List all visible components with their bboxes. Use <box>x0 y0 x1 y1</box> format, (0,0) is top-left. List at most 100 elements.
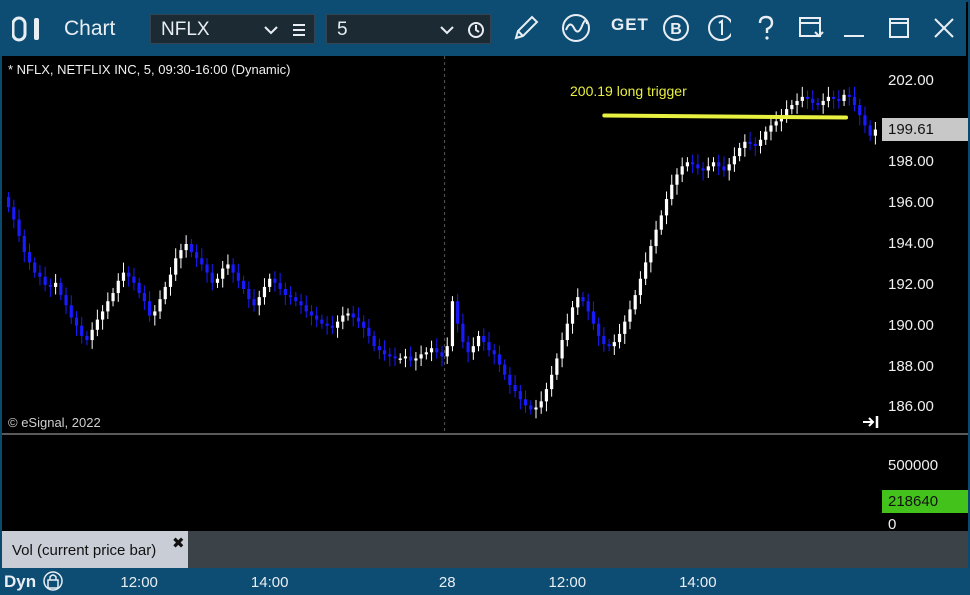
candle-body <box>247 288 251 300</box>
candle-body <box>832 96 836 99</box>
candle-body <box>200 258 204 265</box>
candle-body <box>868 125 872 136</box>
candle-body <box>654 229 658 247</box>
time-tick-label: 12:00 <box>120 574 158 591</box>
candle-body <box>17 219 21 236</box>
candle-body <box>758 139 763 146</box>
candle-body <box>74 317 79 326</box>
candle-body <box>659 215 663 230</box>
candle-body <box>335 321 340 328</box>
lock-icon[interactable] <box>43 570 63 592</box>
price-tick-label: 186.00 <box>888 398 934 416</box>
time-tick-label: 14:00 <box>250 574 289 591</box>
candle-body <box>12 207 16 220</box>
candle-body <box>555 358 559 375</box>
candle-body <box>570 307 575 324</box>
candle-body <box>435 348 439 353</box>
candle-body <box>811 98 815 103</box>
candle-body <box>367 327 371 336</box>
candle-body <box>753 143 757 146</box>
price-tick-label: 196.00 <box>888 194 934 212</box>
candle-body <box>711 162 716 167</box>
candle-body <box>795 100 799 106</box>
candle-body <box>299 301 303 306</box>
candle-body <box>544 389 549 402</box>
volume-tick-label: 500000 <box>888 457 939 475</box>
candle-body <box>863 115 867 126</box>
volume-pane[interactable] <box>2 435 880 531</box>
candle-body <box>732 156 737 165</box>
price-tick-label: 202.00 <box>888 71 934 89</box>
candle-body <box>821 100 825 106</box>
candle-body <box>163 286 167 300</box>
candle-body <box>210 272 214 283</box>
candle-body <box>273 278 277 283</box>
candle-body <box>205 264 209 273</box>
candle-body <box>680 166 684 175</box>
candle-body <box>607 344 611 347</box>
candle-body <box>22 235 26 253</box>
price-tick-label: 198.00 <box>888 153 934 171</box>
candle-body <box>769 125 773 132</box>
candle-body <box>440 352 444 357</box>
candle-body <box>304 305 308 312</box>
time-tick-label: 28 <box>438 574 456 591</box>
volume-last-value: 218640 <box>888 492 939 510</box>
price-tick-label: 188.00 <box>888 357 934 375</box>
candle-body <box>628 309 632 322</box>
candle-body <box>288 295 293 298</box>
candle-body <box>147 301 152 316</box>
go-to-end-icon[interactable] <box>862 414 880 430</box>
price-tick-label: 194.00 <box>888 235 934 252</box>
candle-body <box>184 244 188 251</box>
candle-body <box>262 286 267 298</box>
candle-body <box>785 109 789 116</box>
candle-body <box>743 141 747 148</box>
candle-body <box>826 96 830 101</box>
candle-body <box>576 297 580 308</box>
candle-body <box>534 407 538 410</box>
candle-body <box>137 282 141 294</box>
candle-body <box>450 301 455 347</box>
candle-body <box>445 346 449 357</box>
candle-body <box>529 405 533 410</box>
candle-body <box>158 299 162 312</box>
copyright-label: © eSignal, 2022 <box>8 415 101 430</box>
candle-body <box>670 184 674 200</box>
candle-body <box>252 299 256 306</box>
time-tick-label: 14:00 <box>679 574 717 591</box>
candle-body <box>54 282 58 287</box>
candle-body <box>168 274 173 287</box>
candle-body <box>706 166 710 171</box>
last-price-value: 199.61 <box>888 121 934 139</box>
candle-body <box>194 252 199 259</box>
volume-legend-band <box>188 531 968 568</box>
candle-body <box>388 354 392 357</box>
candle-body <box>278 282 282 289</box>
last-price-marker: 199.61 <box>882 118 968 142</box>
candle-body <box>586 301 590 312</box>
candle-body <box>471 346 475 353</box>
candle-body <box>873 129 877 136</box>
candle-body <box>362 321 366 328</box>
candle-body <box>59 282 63 296</box>
candle-body <box>106 301 110 312</box>
candle-body <box>409 356 413 361</box>
price-tick-label: 192.00 <box>888 275 934 293</box>
time-mode-label[interactable]: Dyn <box>4 572 36 592</box>
candle-body <box>717 162 721 167</box>
candle-body <box>858 105 862 116</box>
candle-body <box>341 315 345 322</box>
candle-body <box>100 311 105 320</box>
candle-body <box>487 342 491 351</box>
volume-legend-close-icon[interactable]: ✖ <box>172 534 185 552</box>
candle-body <box>330 325 334 328</box>
candle-body <box>69 305 73 318</box>
annotation-label[interactable]: 200.19 long trigger <box>570 83 687 99</box>
candle-body <box>523 399 528 406</box>
candle-body <box>675 174 679 185</box>
candle-body <box>132 276 136 283</box>
volume-legend[interactable]: Vol (current price bar) ✖ <box>2 531 188 568</box>
time-axis[interactable]: Dyn 12:00 14:00 28 12:00 14:00 <box>0 568 970 595</box>
candle-body <box>351 313 355 318</box>
